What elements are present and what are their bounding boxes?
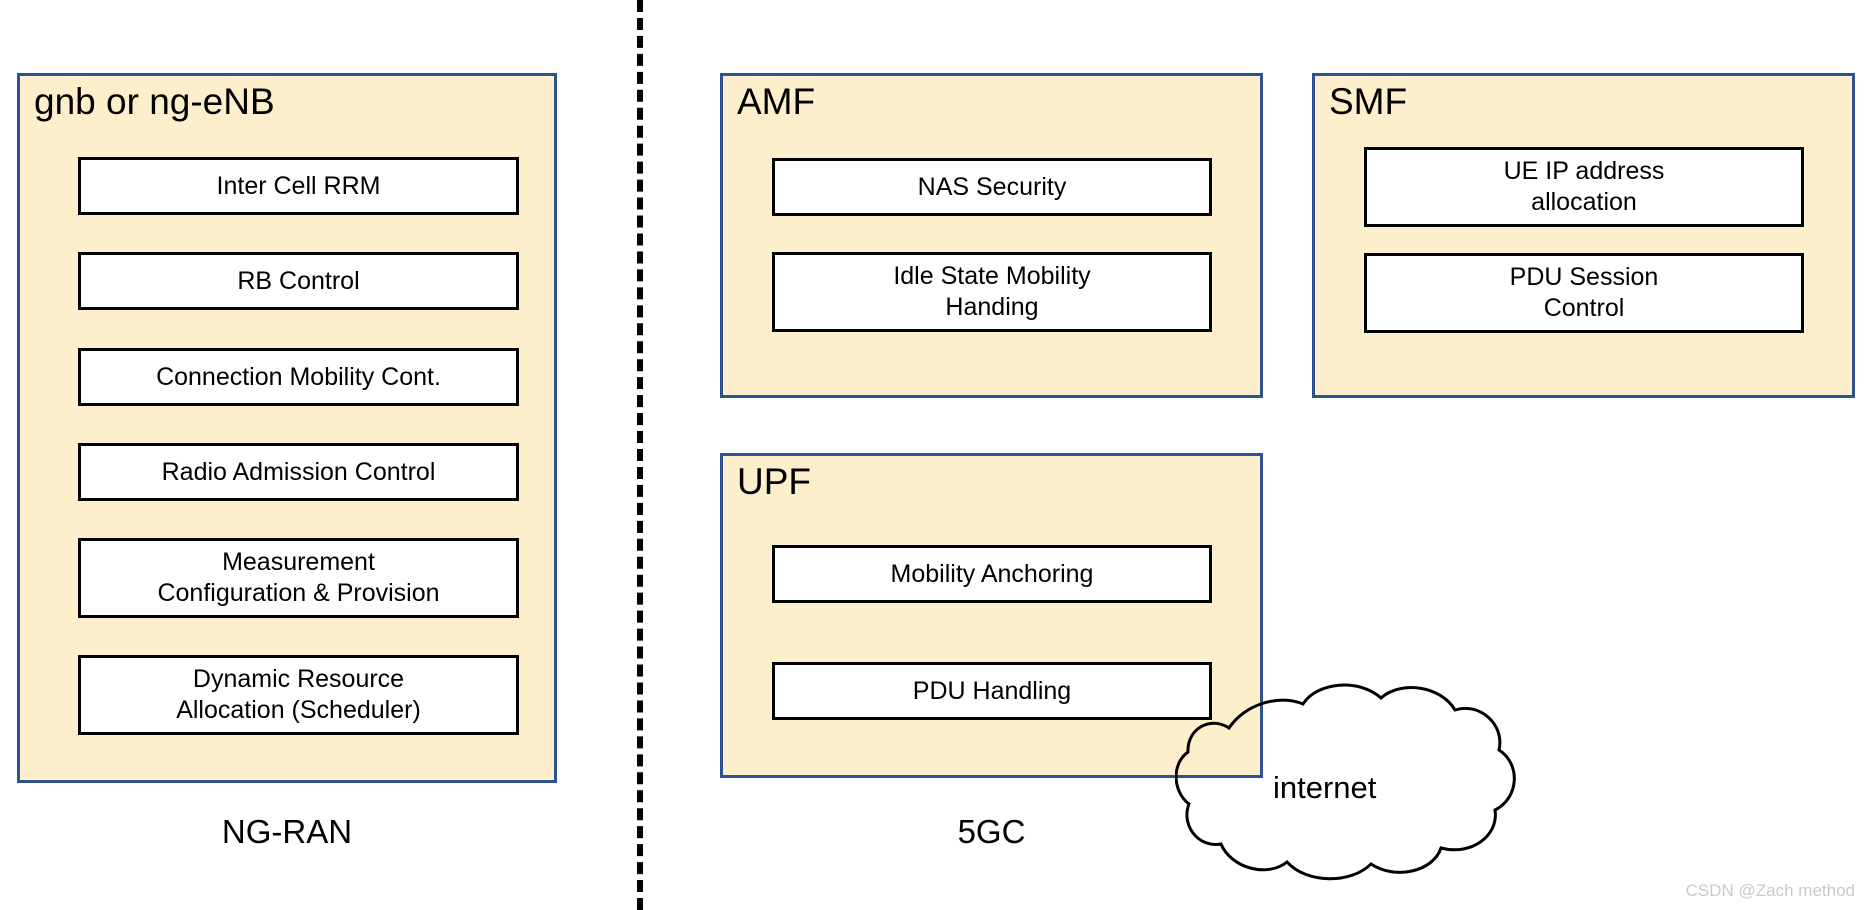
nf-title-gnb: gnb or ng-eNB	[34, 81, 275, 122]
nf-container-smf: SMF	[1312, 73, 1855, 398]
function-box-measurement-configuration-provision: Measurement Configuration & Provision	[78, 538, 519, 618]
function-box-ue-ip-address-allocation: UE IP address allocation	[1364, 147, 1804, 227]
diagram-canvas: gnb or ng-eNB Inter Cell RRM RB Control …	[0, 0, 1867, 910]
function-box-dynamic-resource-allocation: Dynamic Resource Allocation (Scheduler)	[78, 655, 519, 735]
group-caption-ng-ran: NG-RAN	[221, 813, 353, 850]
function-box-pdu-handling: PDU Handling	[772, 662, 1212, 720]
vertical-dashed-separator	[637, 0, 643, 910]
group-caption-5gc: 5GC	[957, 813, 1026, 850]
function-box-connection-mobility-cont: Connection Mobility Cont.	[78, 348, 519, 406]
watermark-text: CSDN @Zach method	[1685, 881, 1855, 900]
function-box-rb-control: RB Control	[78, 252, 519, 310]
function-box-pdu-session-control: PDU Session Control	[1364, 253, 1804, 333]
function-box-radio-admission-control: Radio Admission Control	[78, 443, 519, 501]
function-box-mobility-anchoring: Mobility Anchoring	[772, 545, 1212, 603]
nf-title-amf: AMF	[737, 81, 816, 122]
nf-title-upf: UPF	[737, 461, 811, 502]
cloud-label-internet: internet	[1273, 770, 1377, 805]
function-box-idle-state-mobility-handing: Idle State Mobility Handing	[772, 252, 1212, 332]
nf-container-amf: AMF	[720, 73, 1263, 398]
function-box-nas-security: NAS Security	[772, 158, 1212, 216]
nf-title-smf: SMF	[1329, 81, 1408, 122]
function-box-inter-cell-rrm: Inter Cell RRM	[78, 157, 519, 215]
